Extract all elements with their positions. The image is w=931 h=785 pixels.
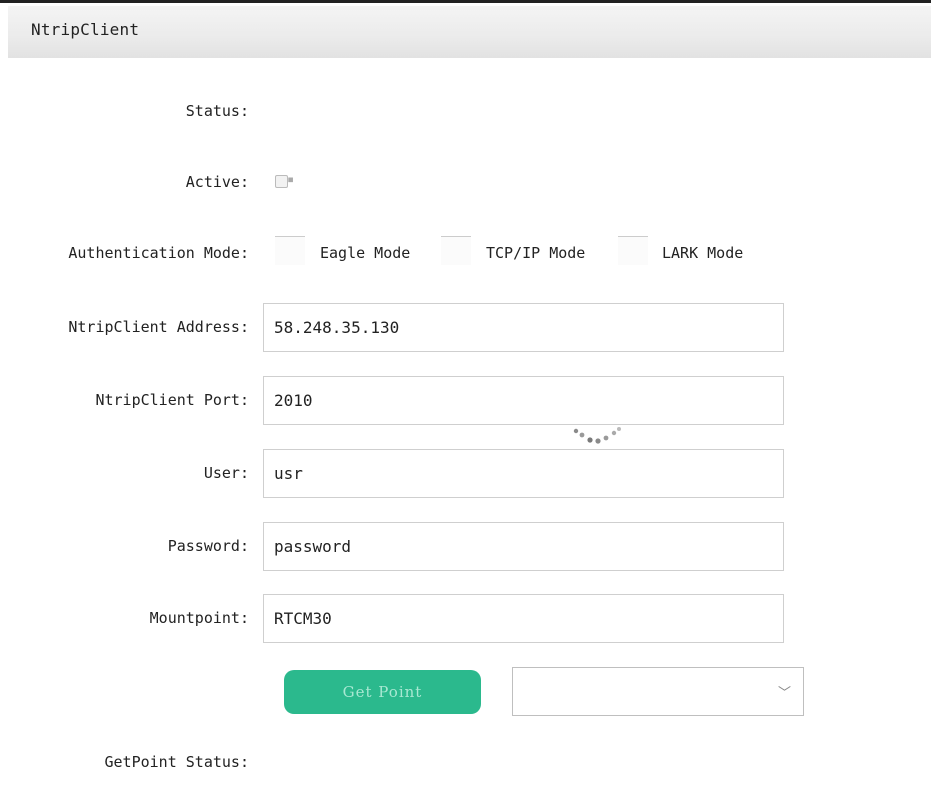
radio-tcpip-mode[interactable]: [441, 236, 471, 265]
chevron-down-icon[interactable]: ﹀: [778, 682, 791, 701]
port-label: NtripClient Port:: [95, 391, 249, 409]
address-input[interactable]: [263, 303, 784, 352]
checkbox-check-icon: ▪: [287, 172, 295, 186]
user-label: User:: [203, 464, 249, 482]
address-label: NtripClient Address:: [68, 318, 249, 336]
password-input[interactable]: [263, 522, 784, 571]
section-title: NtripClient: [31, 20, 140, 39]
radio-label-tcpip-mode[interactable]: TCP/IP Mode: [486, 244, 585, 262]
status-label: Status:: [185, 102, 249, 120]
radio-label-lark-mode[interactable]: LARK Mode: [662, 244, 743, 262]
user-input[interactable]: [263, 449, 784, 498]
radio-eagle-mode[interactable]: [275, 236, 305, 265]
mountpoint-select[interactable]: ﹀: [512, 667, 804, 716]
section-header: NtripClient: [8, 6, 931, 58]
mountpoint-label: Mountpoint:: [149, 609, 249, 627]
active-label: Active:: [185, 173, 249, 191]
top-border: [0, 0, 931, 3]
radio-lark-mode[interactable]: [618, 236, 648, 265]
radio-label-eagle-mode[interactable]: Eagle Mode: [320, 244, 410, 262]
port-input[interactable]: [263, 376, 784, 425]
password-label: Password:: [167, 537, 249, 555]
auth-mode-label: Authentication Mode:: [68, 244, 249, 262]
get-point-button[interactable]: Get Point: [284, 670, 481, 714]
loading-spinner-icon: [573, 427, 621, 444]
mountpoint-input[interactable]: [263, 594, 784, 643]
getpoint-status-label: GetPoint Status:: [104, 753, 250, 771]
